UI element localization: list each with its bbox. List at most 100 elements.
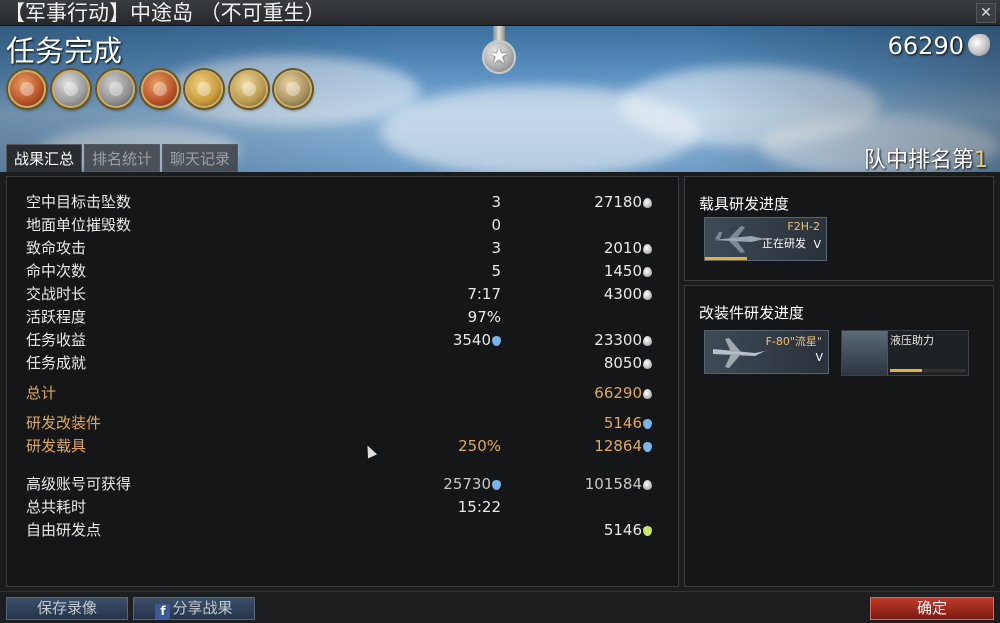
total-row: 总计 66290 [7, 382, 680, 404]
extra-label: 高级账号可获得 [26, 475, 132, 493]
free-rp-value: 5146 [603, 521, 642, 539]
stat-label: 活跃程度 [26, 308, 87, 326]
lion-icon [643, 359, 652, 369]
stat-reward: 2010 [603, 239, 642, 257]
stat-row: 致命攻击 3 2010 [7, 237, 680, 259]
modification-thumbnail-icon [842, 331, 888, 375]
stat-count: 3 [491, 193, 501, 211]
rank-value: 1 [974, 148, 988, 172]
header-banner: 任务完成 66290 ★ 战果汇总 排名统计 聊天记录 队中排名第1 [0, 26, 1000, 172]
vehicle-research-title: 载具研发进度 [699, 195, 790, 213]
window-title: 【军事行动】中途岛 （不可重生） [4, 1, 326, 25]
award-medal-icon[interactable] [274, 70, 312, 108]
award-medal-icon[interactable] [52, 70, 90, 108]
vehicle-status: 正在研发 [762, 237, 806, 250]
modification-name: 液压助力 [890, 334, 934, 347]
facebook-icon: f [155, 604, 171, 619]
stat-label: 空中目标击坠数 [26, 193, 132, 211]
star-medal-icon: ★ [481, 26, 517, 82]
research-label: 研发载具 [26, 437, 87, 455]
share-label: 分享战果 [172, 599, 233, 617]
research-value: 12864 [594, 437, 642, 455]
stat-label: 任务成就 [26, 354, 87, 372]
confirm-button[interactable]: 确定 [870, 597, 994, 620]
close-button[interactable]: ✕ [976, 3, 996, 23]
stat-row: 地面单位摧毁数 0 [7, 214, 680, 236]
stat-count: 97% [467, 308, 501, 326]
time-row: 总共耗时 15:22 [7, 496, 680, 518]
stat-reward: 8050 [603, 354, 642, 372]
stat-label: 交战时长 [26, 285, 87, 303]
lion-icon [643, 267, 652, 277]
stat-row: 交战时长 7:17 4300 [7, 283, 680, 305]
free-rp-row: 自由研发点 5146 [7, 519, 680, 541]
tab-battle-summary[interactable]: 战果汇总 [6, 144, 82, 172]
research-point-icon [492, 480, 501, 490]
mission-status-title: 任务完成 [6, 34, 123, 68]
research-row: 研发载具 250% 12864 [7, 435, 680, 457]
modification-card[interactable]: 液压助力 [841, 330, 969, 376]
award-medal-icon[interactable] [8, 70, 46, 108]
bottom-action-bar: 保存录像 f 分享战果 确定 [0, 591, 1000, 623]
extra-time: 15:22 [457, 498, 501, 516]
stat-row: 活跃程度 97% [7, 306, 680, 328]
total-reward: 66290 [594, 384, 642, 402]
modification-progress-track [890, 369, 966, 372]
research-point-icon [492, 336, 501, 346]
stat-count: 0 [491, 216, 501, 234]
award-medal-icon[interactable] [141, 70, 179, 108]
total-score: 66290 [887, 32, 964, 60]
award-medal-icon[interactable] [97, 70, 135, 108]
tab-chat-log[interactable]: 聊天记录 [162, 144, 238, 172]
mod-research-panel: 改装件研发进度 F-80"流星" V 液压助力 [684, 285, 994, 587]
research-value: 5146 [603, 414, 642, 432]
premium-row: 高级账号可获得 25730 101584 [7, 473, 680, 495]
stat-reward: 23300 [594, 331, 642, 349]
research-point-icon [643, 442, 652, 452]
lion-icon [643, 198, 652, 208]
rank-prefix: 队中排名第 [863, 148, 974, 172]
vehicle-research-panel: 载具研发进度 F2H-2 正在研发 V [684, 176, 994, 281]
extra-label: 自由研发点 [26, 521, 102, 539]
jet-plane-icon [713, 338, 765, 368]
award-medal-icon[interactable] [185, 70, 223, 108]
research-row: 研发改装件 5146 [7, 412, 680, 434]
team-rank: 队中排名第1 [864, 142, 988, 172]
stat-count: 5 [491, 262, 501, 280]
lion-icon [643, 290, 652, 300]
stat-label: 命中次数 [26, 262, 87, 280]
stat-reward: 27180 [594, 193, 642, 211]
stat-count: 3 [491, 239, 501, 257]
lion-icon [643, 480, 652, 490]
vehicle-name: F-80"流星" [765, 335, 822, 348]
research-point-icon [643, 419, 652, 429]
save-replay-button[interactable]: 保存录像 [6, 597, 128, 620]
stat-reward: 1450 [603, 262, 642, 280]
chevron-down-icon: V [813, 238, 821, 251]
stat-row: 任务收益 3540 23300 [7, 329, 680, 351]
vehicle-progress-bar [705, 257, 748, 260]
lion-icon [643, 336, 652, 346]
stat-row: 空中目标击坠数 3 27180 [7, 191, 680, 213]
stat-count: 3540 [452, 331, 491, 349]
research-label: 研发改装件 [26, 414, 102, 432]
research-bonus: 250% [458, 437, 501, 455]
mod-research-title: 改装件研发进度 [699, 304, 805, 322]
share-results-button[interactable]: f 分享战果 [133, 597, 255, 620]
mod-vehicle-card[interactable]: F-80"流星" V [704, 330, 829, 374]
stat-label: 致命攻击 [26, 239, 87, 257]
extra-rp: 25730 [443, 475, 491, 493]
lion-currency-icon [968, 34, 990, 56]
stat-count: 7:17 [467, 285, 501, 303]
tab-ranking-stats[interactable]: 排名统计 [84, 144, 160, 172]
extra-label: 总共耗时 [26, 498, 87, 516]
stat-label: 任务收益 [26, 331, 87, 349]
jet-plane-icon [713, 226, 765, 253]
stat-label: 地面单位摧毁数 [26, 216, 132, 234]
award-medal-icon[interactable] [230, 70, 268, 108]
stats-panel: 空中目标击坠数 3 27180 地面单位摧毁数 0 致命攻击 3 2010 命中… [6, 176, 679, 587]
stat-reward: 4300 [603, 285, 642, 303]
vehicle-research-card[interactable]: F2H-2 正在研发 V [704, 217, 827, 261]
free-research-point-icon [643, 526, 652, 536]
extra-lion: 101584 [584, 475, 642, 493]
